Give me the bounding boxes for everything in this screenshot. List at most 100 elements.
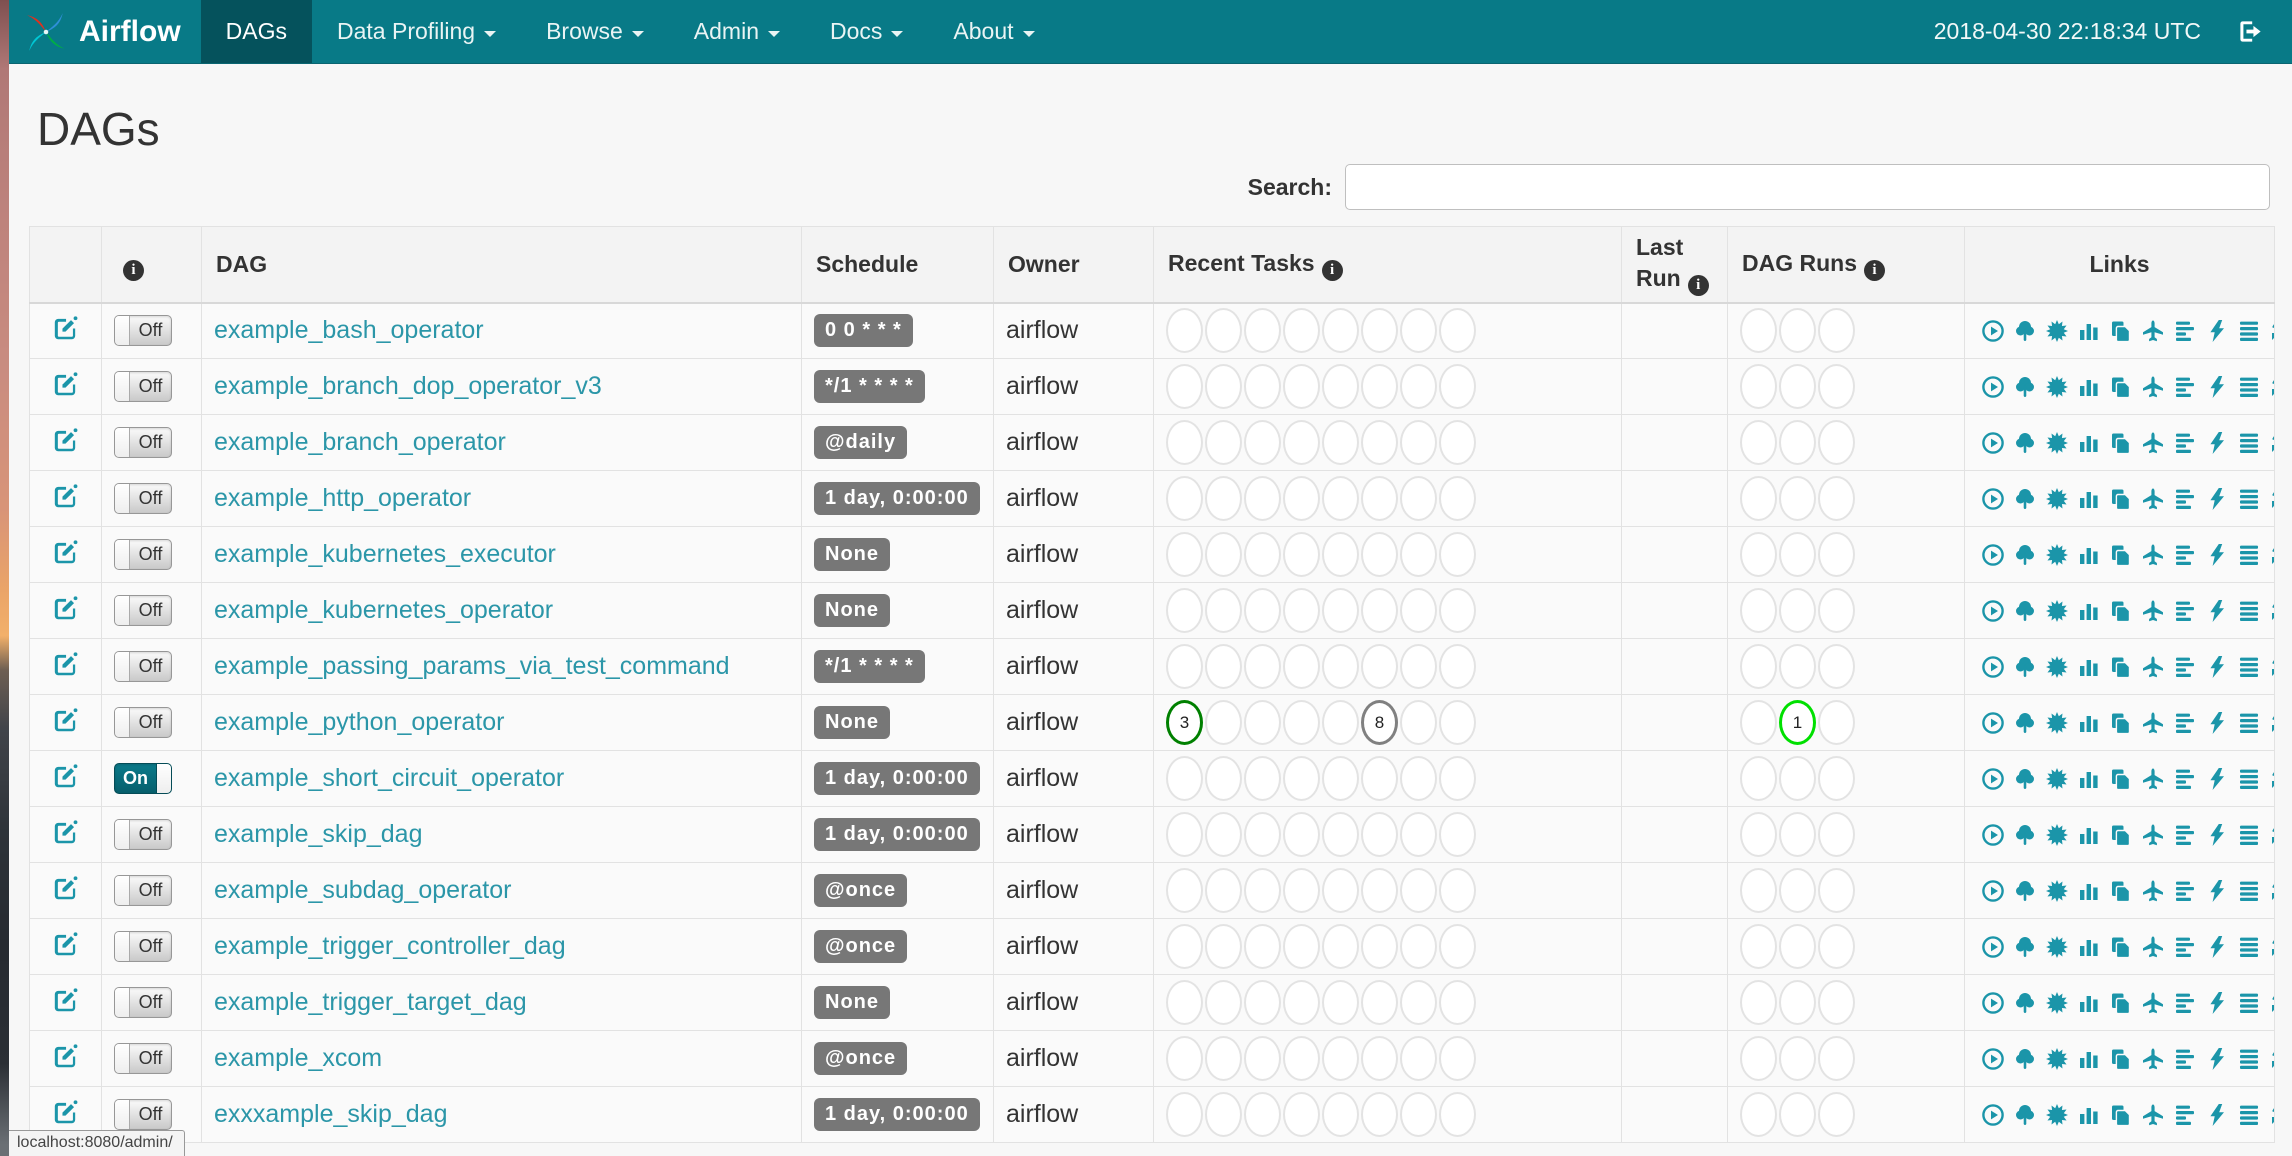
dag-link[interactable]: example_bash_operator bbox=[214, 316, 484, 344]
task-tries-icon[interactable] bbox=[2109, 375, 2133, 399]
recent-task-circle[interactable] bbox=[1244, 364, 1281, 409]
task-duration-icon[interactable] bbox=[2077, 935, 2101, 959]
recent-task-circle[interactable] bbox=[1244, 308, 1281, 354]
edit-dag-icon[interactable] bbox=[52, 483, 79, 510]
code-view-icon[interactable] bbox=[2205, 935, 2229, 959]
recent-task-circle[interactable] bbox=[1361, 1092, 1398, 1137]
recent-task-circle[interactable] bbox=[1439, 812, 1476, 857]
landing-times-icon[interactable] bbox=[2141, 935, 2165, 959]
code-view-icon[interactable] bbox=[2205, 823, 2229, 847]
code-view-icon[interactable] bbox=[2205, 879, 2229, 903]
refresh-icon[interactable] bbox=[2269, 879, 2274, 903]
recent-task-circle[interactable] bbox=[1322, 644, 1359, 689]
edit-dag-icon[interactable] bbox=[52, 539, 79, 566]
task-tries-icon[interactable] bbox=[2109, 767, 2133, 791]
dag-details-icon[interactable] bbox=[2237, 823, 2261, 847]
gantt-icon[interactable] bbox=[2173, 655, 2197, 679]
refresh-icon[interactable] bbox=[2269, 375, 2274, 399]
dag-link[interactable]: example_python_operator bbox=[214, 708, 504, 736]
trigger-dag-icon[interactable] bbox=[1981, 711, 2005, 735]
landing-times-icon[interactable] bbox=[2141, 1047, 2165, 1071]
dag-run-circle[interactable] bbox=[1818, 868, 1855, 913]
nav-item-data-profiling[interactable]: Data Profiling bbox=[312, 0, 521, 63]
refresh-icon[interactable] bbox=[2269, 711, 2274, 735]
dag-pause-toggle[interactable]: Off bbox=[114, 1043, 172, 1074]
task-duration-icon[interactable] bbox=[2077, 543, 2101, 567]
recent-task-circle[interactable] bbox=[1166, 308, 1203, 354]
recent-task-circle[interactable] bbox=[1166, 532, 1203, 577]
recent-task-circle[interactable] bbox=[1244, 532, 1281, 577]
recent-task-circle[interactable] bbox=[1361, 420, 1398, 465]
dag-run-circle[interactable] bbox=[1818, 756, 1855, 801]
dag-run-circle[interactable] bbox=[1779, 308, 1816, 354]
code-view-icon[interactable] bbox=[2205, 1047, 2229, 1071]
landing-times-icon[interactable] bbox=[2141, 599, 2165, 623]
recent-task-circle[interactable] bbox=[1283, 700, 1320, 745]
dag-run-circle[interactable] bbox=[1779, 1036, 1816, 1081]
refresh-icon[interactable] bbox=[2269, 487, 2274, 511]
recent-task-circle[interactable] bbox=[1439, 980, 1476, 1025]
gantt-icon[interactable] bbox=[2173, 767, 2197, 791]
refresh-icon[interactable] bbox=[2269, 319, 2274, 343]
dag-run-circle[interactable] bbox=[1818, 420, 1855, 465]
recent-task-circle[interactable] bbox=[1439, 532, 1476, 577]
tree-view-icon[interactable] bbox=[2013, 487, 2037, 511]
recent-task-circle[interactable] bbox=[1400, 980, 1437, 1025]
landing-times-icon[interactable] bbox=[2141, 1103, 2165, 1127]
recent-task-circle[interactable] bbox=[1361, 980, 1398, 1025]
tree-view-icon[interactable] bbox=[2013, 599, 2037, 623]
edit-dag-icon[interactable] bbox=[52, 371, 79, 398]
graph-view-icon[interactable] bbox=[2045, 767, 2069, 791]
recent-task-circle[interactable] bbox=[1205, 364, 1242, 409]
dag-run-circle[interactable] bbox=[1818, 644, 1855, 689]
recent-task-circle[interactable] bbox=[1439, 868, 1476, 913]
recent-task-circle[interactable] bbox=[1439, 924, 1476, 969]
recent-task-circle[interactable] bbox=[1205, 420, 1242, 465]
dag-link[interactable]: example_branch_operator bbox=[214, 428, 506, 456]
landing-times-icon[interactable] bbox=[2141, 375, 2165, 399]
task-duration-icon[interactable] bbox=[2077, 1047, 2101, 1071]
graph-view-icon[interactable] bbox=[2045, 431, 2069, 455]
task-duration-icon[interactable] bbox=[2077, 1103, 2101, 1127]
dag-pause-toggle[interactable]: Off bbox=[114, 931, 172, 962]
recent-task-circle[interactable] bbox=[1283, 980, 1320, 1025]
dag-details-icon[interactable] bbox=[2237, 487, 2261, 511]
dag-run-circle[interactable] bbox=[1818, 1092, 1855, 1137]
recent-task-circle[interactable] bbox=[1322, 476, 1359, 521]
graph-view-icon[interactable] bbox=[2045, 319, 2069, 343]
trigger-dag-icon[interactable] bbox=[1981, 431, 2005, 455]
recent-task-circle[interactable] bbox=[1400, 812, 1437, 857]
tree-view-icon[interactable] bbox=[2013, 879, 2037, 903]
code-view-icon[interactable] bbox=[2205, 599, 2229, 623]
dag-run-circle[interactable] bbox=[1740, 868, 1777, 913]
edit-dag-icon[interactable] bbox=[52, 1099, 79, 1126]
landing-times-icon[interactable] bbox=[2141, 767, 2165, 791]
recent-task-circle[interactable] bbox=[1166, 644, 1203, 689]
dag-pause-toggle[interactable]: Off bbox=[114, 987, 172, 1018]
recent-task-circle[interactable] bbox=[1205, 756, 1242, 801]
gantt-icon[interactable] bbox=[2173, 487, 2197, 511]
recent-task-circle[interactable] bbox=[1244, 700, 1281, 745]
code-view-icon[interactable] bbox=[2205, 319, 2229, 343]
trigger-dag-icon[interactable] bbox=[1981, 319, 2005, 343]
dag-pause-toggle[interactable]: Off bbox=[114, 875, 172, 906]
recent-task-circle[interactable] bbox=[1361, 812, 1398, 857]
recent-task-circle[interactable] bbox=[1400, 532, 1437, 577]
recent-task-circle[interactable] bbox=[1361, 364, 1398, 409]
nav-item-docs[interactable]: Docs bbox=[805, 0, 928, 63]
landing-times-icon[interactable] bbox=[2141, 655, 2165, 679]
dag-link[interactable]: example_http_operator bbox=[214, 484, 471, 512]
task-tries-icon[interactable] bbox=[2109, 431, 2133, 455]
edit-dag-icon[interactable] bbox=[52, 707, 79, 734]
dag-run-circle[interactable] bbox=[1818, 1036, 1855, 1081]
recent-task-circle[interactable] bbox=[1400, 644, 1437, 689]
dag-run-circle[interactable]: 1 bbox=[1779, 700, 1816, 745]
refresh-icon[interactable] bbox=[2269, 991, 2274, 1015]
code-view-icon[interactable] bbox=[2205, 543, 2229, 567]
dag-run-circle[interactable] bbox=[1818, 308, 1855, 354]
gantt-icon[interactable] bbox=[2173, 991, 2197, 1015]
task-tries-icon[interactable] bbox=[2109, 823, 2133, 847]
edit-dag-icon[interactable] bbox=[52, 1043, 79, 1070]
dag-run-circle[interactable] bbox=[1818, 980, 1855, 1025]
landing-times-icon[interactable] bbox=[2141, 431, 2165, 455]
